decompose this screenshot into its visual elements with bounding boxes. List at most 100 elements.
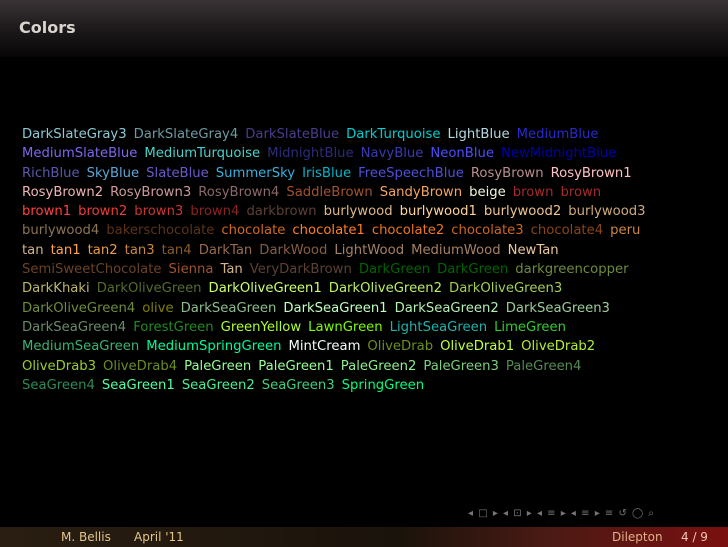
color-name: NewTan: [507, 242, 559, 258]
color-name: RosyBrown4: [198, 184, 280, 200]
color-name: SkyBlue: [86, 165, 140, 181]
color-list: DarkSlateGray3 DarkSlateGray4 DarkSlateBlu…: [22, 125, 722, 395]
color-name: DarkOliveGreen3: [449, 281, 563, 297]
color-name: brown2: [78, 204, 128, 220]
footer-page-number: 4 / 9: [681, 530, 708, 544]
color-name: DarkSlateGray3: [22, 127, 127, 142]
color-name: burlywood2: [483, 204, 562, 220]
color-name: DarkSeaGreen: [180, 300, 277, 316]
color-line: DarkSeaGreen4 ForestGreen GreenYellow LawnG…: [22, 318, 722, 337]
color-name: Sienna: [168, 262, 214, 278]
color-name: VeryDarkBrown: [249, 262, 352, 278]
color-name: burlywood: [323, 204, 393, 220]
color-name: SaddleBrown: [286, 184, 373, 200]
color-name: RosyBrown: [470, 165, 544, 181]
color-name: DarkWood: [259, 242, 328, 258]
color-name: burlywood4: [22, 223, 100, 239]
color-name: tan2: [87, 242, 118, 258]
color-name: beige: [469, 184, 506, 200]
color-name: NewMidnightBlue: [500, 146, 617, 162]
color-name: SeaGreen2: [181, 377, 255, 393]
color-name: peru: [610, 223, 641, 239]
footer-short-title: Dilepton: [612, 530, 663, 544]
color-name: brown4: [190, 204, 240, 220]
color-name: DarkSlateBlue: [245, 127, 340, 142]
color-name: burlywood3: [568, 204, 646, 220]
color-name: SeaGreen3: [261, 377, 335, 393]
color-name: LightSeaGreen: [389, 319, 488, 335]
color-name: GreenYellow: [220, 319, 302, 335]
color-name: DarkSlateGray4: [133, 127, 239, 142]
color-name: DarkSeaGreen1: [283, 300, 388, 316]
footer-author: M. Bellis: [61, 530, 111, 544]
color-name: OliveDrab2: [521, 339, 596, 355]
color-name: NeonBlue: [430, 146, 494, 162]
color-name: PaleGreen2: [340, 358, 417, 374]
color-name: SpringGreen: [341, 377, 425, 393]
color-line: DarkSlateGray3 DarkSlateGray4 DarkSlateBlu…: [22, 125, 722, 144]
color-name: OliveDrab3: [22, 358, 97, 374]
color-name: LightWood: [334, 242, 405, 258]
color-name: LimeGreen: [494, 319, 566, 335]
color-name: brown: [560, 184, 602, 200]
color-name: DarkTan: [198, 242, 253, 258]
color-name: RosyBrown2: [22, 184, 104, 200]
color-line: burlywood4 bakerschocolate chocolate chocol…: [22, 221, 722, 240]
color-name: chocolate: [221, 223, 286, 239]
color-name: chocolate4: [530, 223, 604, 239]
color-name: LightBlue: [447, 127, 510, 142]
color-name: RosyBrown1: [550, 165, 632, 181]
color-line: brown1 brown2 brown3 brown4 darkbrown burlywo…: [22, 202, 722, 221]
color-line: MediumSlateBlue MediumTurquoise MidnightBl…: [22, 144, 722, 163]
color-name: DarkTurquoise: [346, 127, 441, 142]
color-line: DarkOliveGreen4 olive DarkSeaGreen DarkSeaG…: [22, 299, 722, 318]
color-name: SummerSky: [215, 165, 296, 181]
color-line: MediumSeaGreen MediumSpringGreen MintCream…: [22, 337, 722, 356]
color-name: DarkOliveGreen4: [22, 300, 136, 316]
color-name: chocolate3: [451, 223, 524, 239]
color-name: brown1: [22, 204, 72, 220]
color-name: bakerschocolate: [106, 223, 215, 239]
color-name: ForestGreen: [133, 319, 214, 335]
color-name: MediumWood: [411, 242, 501, 258]
color-name: DarkOliveGreen2: [328, 281, 443, 297]
color-name: OliveDrab4: [103, 358, 178, 374]
color-name: FreeSpeechBlue: [358, 165, 464, 181]
color-name: DarkOliveGreen1: [208, 281, 322, 297]
color-name: RosyBrown3: [110, 184, 192, 200]
color-name: NavyBlue: [360, 146, 424, 162]
color-line: SeaGreen4 SeaGreen1 SeaGreen2 SeaGreen3 Spri…: [22, 376, 722, 395]
color-name: DarkKhaki: [22, 281, 90, 297]
color-name: PaleGreen3: [423, 358, 499, 374]
color-name: brown3: [134, 204, 184, 220]
color-line: DarkKhaki DarkOliveGreen DarkOliveGreen1 Da…: [22, 279, 722, 298]
color-name: burlywood1: [399, 204, 477, 220]
color-name: tan: [22, 242, 44, 258]
color-name: IrisBlue: [302, 165, 352, 181]
color-line: RichBlue SkyBlue SlateBlue SummerSky IrisBlu…: [22, 164, 722, 183]
color-name: MediumBlue: [516, 127, 599, 142]
color-name: DarkSeaGreen2: [394, 300, 499, 316]
color-name: RichBlue: [22, 165, 80, 181]
color-name: MediumSeaGreen: [22, 339, 140, 355]
color-name: brown: [512, 184, 554, 200]
color-name: PaleGreen4: [505, 358, 582, 374]
color-name: chocolate2: [371, 223, 445, 239]
color-name: tan3: [124, 242, 155, 258]
color-name: MediumTurquoise: [144, 146, 261, 162]
color-name: DarkGreen: [437, 262, 509, 278]
slide-title: Colors: [19, 18, 76, 37]
color-name: darkbrown: [246, 204, 317, 220]
color-name: DarkSeaGreen4: [22, 319, 127, 335]
color-name: SeaGreen4: [22, 377, 95, 393]
title-bar: Colors: [0, 0, 728, 57]
footer-date: April '11: [134, 530, 184, 544]
beamer-navigation-symbols[interactable]: ◂ □ ▸ ◂ ⊡ ▸ ◂ ≡ ▸ ◂ ≡ ▸ ≡ ↺ ◯ ⌕: [468, 508, 655, 519]
color-name: MidnightBlue: [267, 146, 354, 162]
footer-bar: M. Bellis April '11 Dilepton 4 / 9: [0, 527, 728, 547]
color-line: RosyBrown2 RosyBrown3 RosyBrown4 SaddleBrow…: [22, 183, 722, 202]
color-name: PaleGreen1: [258, 358, 334, 374]
color-name: olive: [142, 300, 174, 316]
color-name: tan1: [50, 242, 81, 258]
color-name: DarkOliveGreen: [96, 281, 202, 297]
